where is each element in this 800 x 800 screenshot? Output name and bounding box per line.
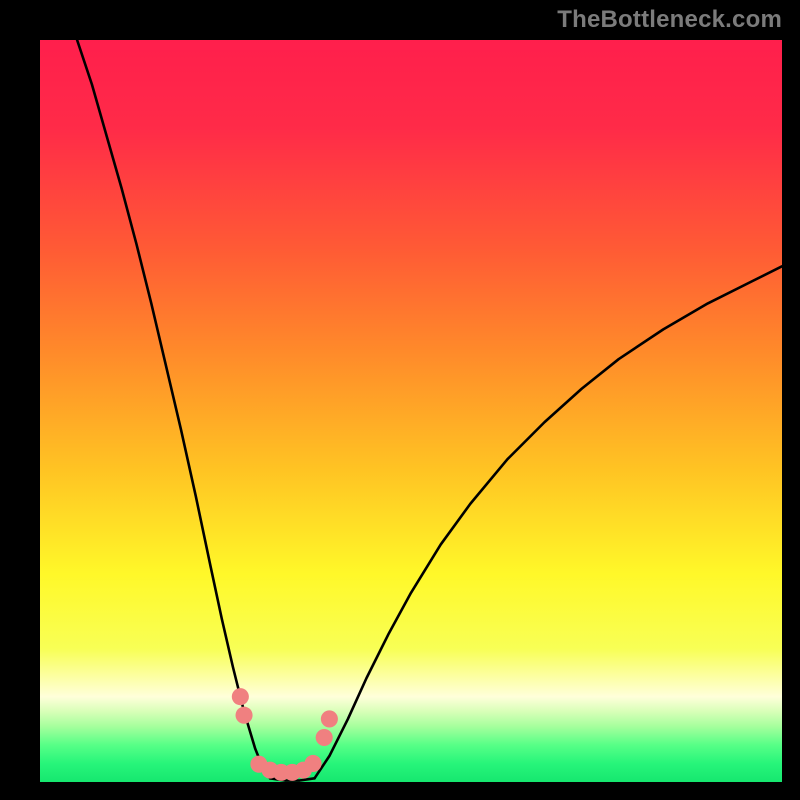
- marker-left_pair: [232, 688, 249, 705]
- marker-right_pair: [316, 729, 333, 746]
- plot-area: [40, 40, 782, 782]
- marker-left_pair: [236, 707, 253, 724]
- chart-frame: TheBottleneck.com: [0, 0, 800, 800]
- curve-left_curve: [77, 40, 270, 778]
- marker-bottom_run: [305, 755, 322, 772]
- chart-curves: [40, 40, 782, 782]
- watermark-label: TheBottleneck.com: [557, 6, 782, 34]
- curve-right_curve: [315, 266, 782, 778]
- marker-right_pair: [321, 710, 338, 727]
